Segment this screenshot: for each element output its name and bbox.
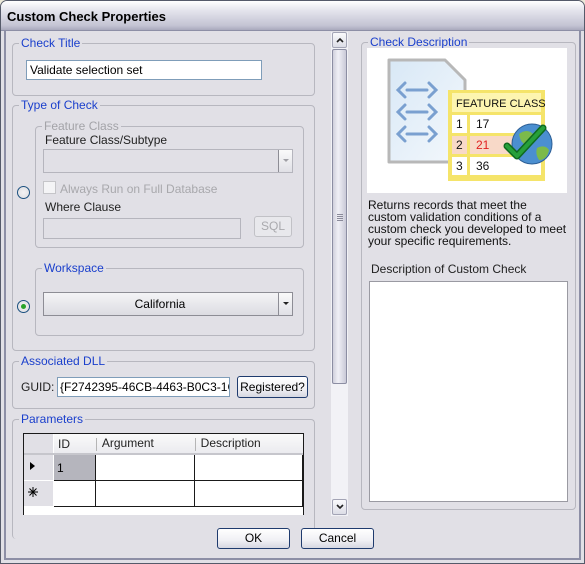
- where-clause-label: Where Clause: [45, 200, 122, 214]
- illustration-row-value: 36: [476, 159, 490, 173]
- grid-cell-argument[interactable]: [95, 453, 196, 481]
- illustration-table-header: FEATURE CLASS: [456, 98, 546, 110]
- always-run-checkbox[interactable]: [43, 181, 56, 194]
- where-clause-input[interactable]: [43, 218, 241, 239]
- column-header-id[interactable]: ID: [53, 434, 96, 455]
- illustration-row-id: 3: [456, 159, 463, 173]
- illustration-row-value: 21: [476, 138, 490, 152]
- check-description-group-label: Check Description: [368, 35, 470, 49]
- current-row-arrow-icon: [30, 462, 35, 470]
- window-title: Custom Check Properties: [7, 9, 166, 24]
- feature-class-subtype-value: [44, 150, 276, 172]
- grid-cell-id[interactable]: [52, 480, 97, 507]
- sql-button[interactable]: SQL: [254, 216, 292, 237]
- workspace-radio[interactable]: [17, 300, 30, 313]
- current-row-indicator[interactable]: [24, 454, 54, 481]
- type-of-check-group-label: Type of Check: [19, 98, 100, 112]
- illustration-row-id: 2: [456, 138, 463, 152]
- table-row[interactable]: [24, 480, 303, 507]
- grid-header-row: ID Argument Description: [24, 434, 303, 455]
- chevron-down-icon[interactable]: [278, 293, 292, 315]
- workspace-group-label: Workspace: [42, 261, 106, 275]
- custom-description-textarea[interactable]: [369, 281, 568, 502]
- feature-class-radio[interactable]: [17, 186, 30, 199]
- workspace-value: California: [134, 297, 186, 311]
- check-title-group-label: Check Title: [19, 36, 83, 50]
- scroll-up-button[interactable]: [332, 32, 347, 48]
- always-run-label: Always Run on Full Database: [60, 182, 218, 196]
- document-icon: FEATURE CLASS 1 17 2 21 3 36: [387, 58, 553, 181]
- illustration-row-id: 1: [456, 117, 463, 131]
- chevron-up-icon: [336, 37, 344, 43]
- ok-button[interactable]: OK: [217, 528, 290, 549]
- guid-label: GUID:: [21, 380, 55, 394]
- check-title-input[interactable]: Validate selection set: [26, 60, 262, 80]
- grid-cell-description[interactable]: [194, 453, 303, 481]
- scroll-down-button[interactable]: [332, 499, 347, 515]
- vertical-scrollbar[interactable]: [331, 32, 348, 516]
- column-header-description[interactable]: Description: [194, 434, 303, 455]
- custom-check-properties-dialog: Custom Check Properties Check Title Vali…: [0, 0, 585, 564]
- feature-class-group-label: Feature Class: [42, 119, 121, 133]
- grid-cell-id[interactable]: 1: [52, 453, 97, 481]
- column-header-argument[interactable]: Argument: [95, 434, 195, 455]
- grid-cell-argument[interactable]: [95, 480, 196, 507]
- check-description-summary: Returns records that meet the custom val…: [368, 198, 567, 248]
- asterisk-icon: [28, 487, 38, 497]
- parameters-group-label: Parameters: [19, 412, 86, 426]
- chevron-down-icon[interactable]: [278, 150, 292, 172]
- custom-description-label: Description of Custom Check: [371, 262, 527, 276]
- row-header-corner: [24, 434, 54, 455]
- grip-icon: [337, 214, 343, 222]
- scrollbar-thumb[interactable]: [332, 49, 347, 384]
- illustration-row-value: 17: [476, 117, 490, 131]
- new-row-indicator[interactable]: [24, 480, 54, 506]
- workspace-dropdown[interactable]: California: [43, 292, 293, 316]
- chevron-down-icon: [336, 504, 344, 510]
- grid-cell-description[interactable]: [194, 480, 303, 507]
- title-bar[interactable]: Custom Check Properties: [1, 1, 584, 31]
- guid-input[interactable]: {F2742395-46CB-4463-B0C3-1C49: [57, 377, 230, 397]
- associated-dll-group-label: Associated DLL: [19, 354, 108, 368]
- check-illustration: FEATURE CLASS 1 17 2 21 3 36: [367, 48, 567, 193]
- parameters-grid[interactable]: ID Argument Description 1: [23, 433, 304, 515]
- cancel-button[interactable]: Cancel: [301, 528, 374, 549]
- feature-class-subtype-label: Feature Class/Subtype: [45, 133, 168, 147]
- registered-button[interactable]: Registered?: [237, 376, 308, 398]
- table-row[interactable]: 1: [24, 453, 303, 481]
- feature-class-subtype-dropdown[interactable]: [43, 149, 293, 173]
